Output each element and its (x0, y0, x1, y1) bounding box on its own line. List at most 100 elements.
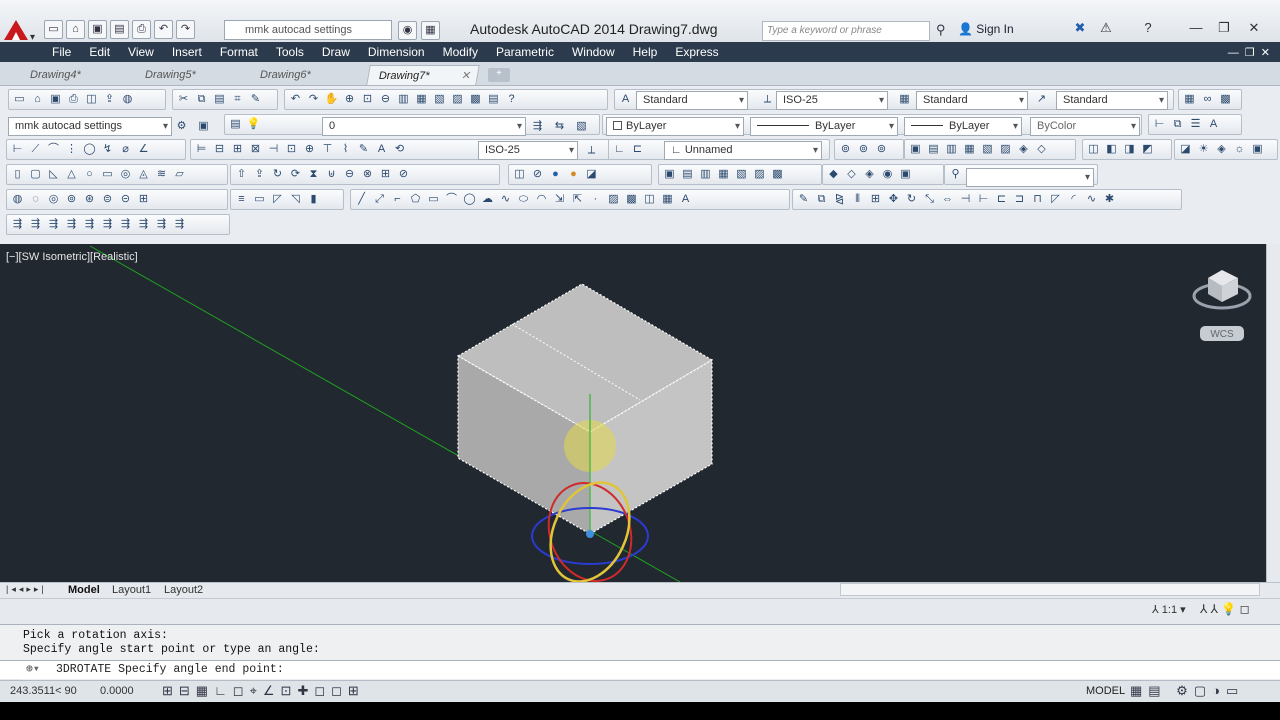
binoculars-icon[interactable]: ⚲ (936, 22, 946, 38)
workspace-select-2[interactable]: mmk autocad settings (8, 117, 172, 136)
mleader-style-icon[interactable]: ↗ (1034, 92, 1049, 107)
dim-radius-icon[interactable]: ◯ (82, 142, 97, 157)
free-orbit-icon[interactable]: ⊚ (856, 142, 871, 157)
text-icon[interactable]: A (1206, 117, 1221, 132)
gear-icon[interactable]: ⚙ (174, 119, 189, 134)
material-sphere-icon[interactable]: ● (566, 167, 581, 182)
layer-properties-icon[interactable]: ▤ (228, 117, 243, 132)
drafting-toggles[interactable]: ⊞⊟▦∟◻⌖∠⊡✚◻◻⊞ (162, 683, 365, 699)
express-9-icon[interactable]: ⇶ (154, 217, 169, 232)
point-icon[interactable]: · (588, 192, 603, 207)
calc-icon[interactable]: ▤ (486, 92, 501, 107)
blend-icon[interactable]: ∿ (1084, 192, 1099, 207)
tiles-icon[interactable]: ▩ (1218, 92, 1233, 107)
doc-window-controls[interactable]: — ❐ ✕ (1228, 46, 1270, 59)
undo-icon[interactable]: ↶ (154, 20, 173, 39)
menu-parametric[interactable]: Parametric (488, 45, 564, 59)
menu-dimension[interactable]: Dimension (360, 45, 435, 59)
dim-style-icon[interactable]: ⟂ (760, 92, 775, 107)
ellipse-arc-icon[interactable]: ◠ (534, 192, 549, 207)
extrude-icon[interactable]: ⇧ (234, 167, 249, 182)
dim-style-icon[interactable]: ⟂ (584, 143, 599, 158)
construction-line-icon[interactable]: ⤢ (372, 192, 387, 207)
pyramid-icon[interactable]: ◬ (136, 167, 151, 182)
intersect-icon[interactable]: ⊗ (360, 167, 375, 182)
linetype-select[interactable]: ByLayer (750, 117, 898, 136)
tab-drawing5[interactable]: Drawing5* (133, 65, 247, 85)
smooth-icon[interactable]: ≡ (234, 192, 249, 207)
array-icon[interactable]: ⊞ (868, 192, 883, 207)
status-right-icons[interactable]: ▦▤ ⚙▢◑▭ (1130, 683, 1244, 699)
view-iso2-icon[interactable]: ◇ (1034, 142, 1049, 157)
layer-select[interactable]: 0 (322, 117, 526, 136)
insert-block-icon[interactable]: ⇲ (552, 192, 567, 207)
hidden-icon[interactable]: ◧ (1104, 142, 1119, 157)
annotation-icons[interactable]: ⅄ ⅄ 💡 ◻ (1200, 602, 1250, 616)
view-back-icon[interactable]: ▨ (998, 142, 1013, 157)
plotstyle-select[interactable]: ByColor (1030, 117, 1140, 136)
baseline-icon[interactable]: ⊟ (212, 142, 227, 157)
print-icon[interactable]: ⎙ (132, 20, 151, 39)
express-6-icon[interactable]: ⇶ (100, 217, 115, 232)
loft-icon[interactable]: ⧗ (306, 167, 321, 182)
lineweight-select[interactable]: ByLayer (904, 117, 1022, 136)
markup-icon[interactable]: ▩ (468, 92, 483, 107)
wireframe-icon[interactable]: ◫ (1086, 142, 1101, 157)
open-icon[interactable]: ⌂ (66, 20, 85, 39)
tab-layout2[interactable]: Layout2 (164, 584, 203, 596)
ucs-world-icon[interactable]: ⊏ (630, 142, 645, 157)
save-icon[interactable]: ▣ (88, 20, 107, 39)
brush-icon[interactable]: ✎ (248, 92, 263, 107)
revolve-icon[interactable]: ⟳ (288, 167, 303, 182)
box-icon[interactable]: ▢ (28, 167, 43, 182)
cone-icon[interactable]: △ (64, 167, 79, 182)
layers-icon[interactable]: ▦ (421, 21, 440, 40)
menu-draw[interactable]: Draw (314, 45, 360, 59)
dim-style-select[interactable]: ISO-25 (776, 91, 888, 110)
view-top-icon[interactable]: ▣ (908, 142, 923, 157)
tolerance-icon[interactable]: ⊡ (284, 142, 299, 157)
save-icon[interactable]: ▣ (48, 92, 63, 107)
mesh-crease-icon[interactable]: ▮ (306, 192, 321, 207)
mesh-icon[interactable]: ⊞ (378, 167, 393, 182)
close-icon[interactable]: ✕ (1242, 20, 1266, 38)
mesh-refine-icon[interactable]: ◹ (288, 192, 303, 207)
menu-modify[interactable]: Modify (435, 45, 488, 59)
materials-icon[interactable]: ◈ (1214, 142, 1229, 157)
qnew-icon[interactable]: ▭ (12, 92, 27, 107)
horizontal-scrollbar[interactable] (840, 583, 1260, 596)
model-space-toggle[interactable]: MODEL (1086, 685, 1125, 697)
conceptual-icon[interactable]: ◩ (1140, 142, 1155, 157)
tab-model[interactable]: Model (68, 584, 100, 596)
face5-icon[interactable]: ▧ (734, 167, 749, 182)
space-icon[interactable]: ⊠ (248, 142, 263, 157)
named-views-select[interactable]: ∟ Unnamed (664, 141, 822, 160)
zoom-icon[interactable]: ⊕ (342, 92, 357, 107)
express-10-icon[interactable]: ⇶ (172, 217, 187, 232)
surface-network-icon[interactable]: ⊛ (82, 192, 97, 207)
list-icon[interactable]: ☰ (1188, 117, 1203, 132)
cylinder-icon[interactable]: ▭ (100, 167, 115, 182)
break-icon[interactable]: ⊣ (266, 142, 281, 157)
sphere-icon[interactable]: ○ (82, 167, 97, 182)
sheet-set-icon[interactable]: ▨ (450, 92, 465, 107)
menu-express[interactable]: Express (667, 45, 728, 59)
center-mark-icon[interactable]: ⊕ (302, 142, 317, 157)
express-5-icon[interactable]: ⇶ (82, 217, 97, 232)
help-icon[interactable]: ? (504, 92, 519, 107)
menu-window[interactable]: Window (564, 45, 625, 59)
shade-icon[interactable]: ⊘ (530, 167, 545, 182)
preview-icon[interactable]: ◫ (84, 92, 99, 107)
break-point-icon[interactable]: ⊏ (994, 192, 1009, 207)
new-tab-icon[interactable]: + (488, 68, 510, 82)
stretch-icon[interactable]: ⇔ (940, 192, 955, 207)
camera-icon[interactable]: ▣ (1250, 142, 1265, 157)
make-block-icon[interactable]: ⇱ (570, 192, 585, 207)
continue-icon[interactable]: ⊞ (230, 142, 245, 157)
express-8-icon[interactable]: ⇶ (136, 217, 151, 232)
dim-ordinate-icon[interactable]: ⋮ (64, 142, 79, 157)
rotate-icon[interactable]: ↻ (904, 192, 919, 207)
help-icon[interactable]: ? (1136, 20, 1160, 38)
torus-icon[interactable]: ◎ (118, 167, 133, 182)
ellipse-icon[interactable]: ⬭ (516, 192, 531, 207)
